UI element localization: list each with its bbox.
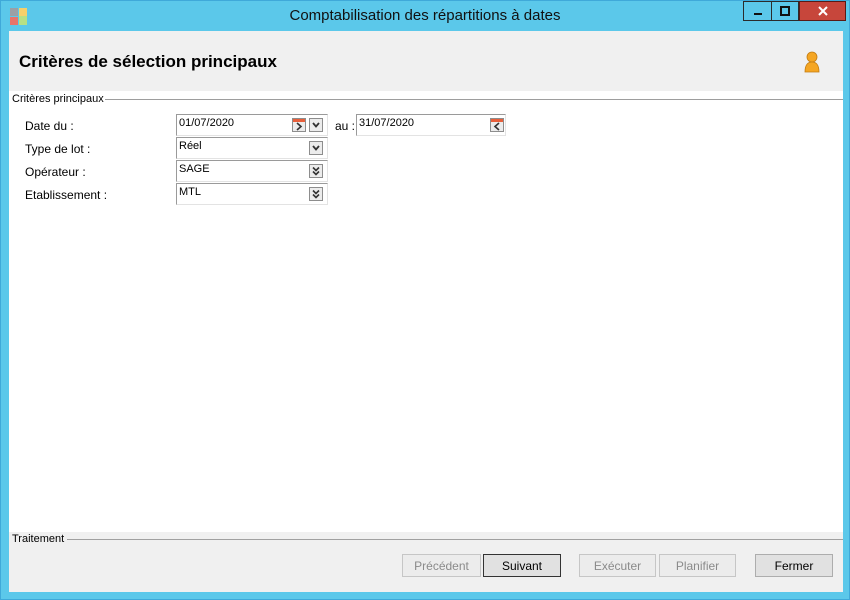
user-icon[interactable]	[803, 51, 821, 73]
date-du-label: Date du :	[25, 119, 74, 133]
planifier-button[interactable]: Planifier	[659, 554, 736, 577]
window-title: Comptabilisation des répartitions à date…	[289, 7, 561, 24]
type-de-lot-label: Type de lot :	[25, 142, 91, 156]
operateur-value: SAGE	[179, 163, 210, 175]
operateur-select[interactable]: SAGE	[176, 160, 328, 182]
type-de-lot-value: Réel	[179, 140, 202, 152]
footer-divider	[67, 539, 843, 540]
maximize-icon	[780, 6, 790, 16]
precedent-button[interactable]: Précédent	[402, 554, 481, 577]
dialog-body: Critères de sélection principaux Critère…	[9, 31, 843, 592]
calendar-forward-icon[interactable]	[292, 118, 306, 132]
executer-label: Exécuter	[593, 558, 642, 573]
minimize-button[interactable]	[743, 1, 772, 21]
calendar-back-icon[interactable]	[490, 118, 504, 132]
type-de-lot-select[interactable]: Réel	[176, 137, 328, 159]
operateur-label: Opérateur :	[25, 165, 86, 179]
au-label: au :	[335, 119, 356, 133]
group-divider	[105, 99, 843, 100]
suivant-button[interactable]: Suivant	[483, 554, 561, 577]
etablissement-label: Etablissement :	[25, 188, 108, 202]
etablissement-value: MTL	[179, 186, 201, 198]
precedent-label: Précédent	[414, 558, 469, 573]
chevron-down-icon[interactable]	[309, 118, 323, 132]
date-du-value: 01/07/2020	[179, 117, 235, 129]
planifier-label: Planifier	[675, 558, 720, 573]
fermer-button[interactable]: Fermer	[755, 554, 833, 577]
double-chevron-down-icon[interactable]	[309, 187, 323, 201]
date-au-input[interactable]: 31/07/2020	[356, 114, 506, 136]
date-au-value: 31/07/2020	[359, 117, 415, 129]
close-button[interactable]	[799, 1, 846, 21]
etablissement-select[interactable]: MTL	[176, 183, 328, 205]
close-icon	[817, 6, 828, 16]
chevron-down-icon[interactable]	[309, 141, 323, 155]
executer-button[interactable]: Exécuter	[579, 554, 656, 577]
maximize-button[interactable]	[772, 1, 799, 21]
application-window: Comptabilisation des répartitions à date…	[0, 0, 850, 600]
minimize-icon	[753, 13, 762, 15]
suivant-label: Suivant	[501, 558, 543, 573]
page-header: Critères de sélection principaux	[9, 31, 843, 91]
group-label-criteres: Critères principaux	[12, 93, 110, 105]
double-chevron-down-icon[interactable]	[309, 164, 323, 178]
date-du-input[interactable]: 01/07/2020	[176, 114, 328, 136]
title-bar[interactable]: Comptabilisation des répartitions à date…	[1, 1, 849, 31]
footer-label: Traitement	[12, 533, 69, 545]
page-title: Critères de sélection principaux	[19, 52, 277, 71]
fermer-label: Fermer	[774, 558, 814, 573]
